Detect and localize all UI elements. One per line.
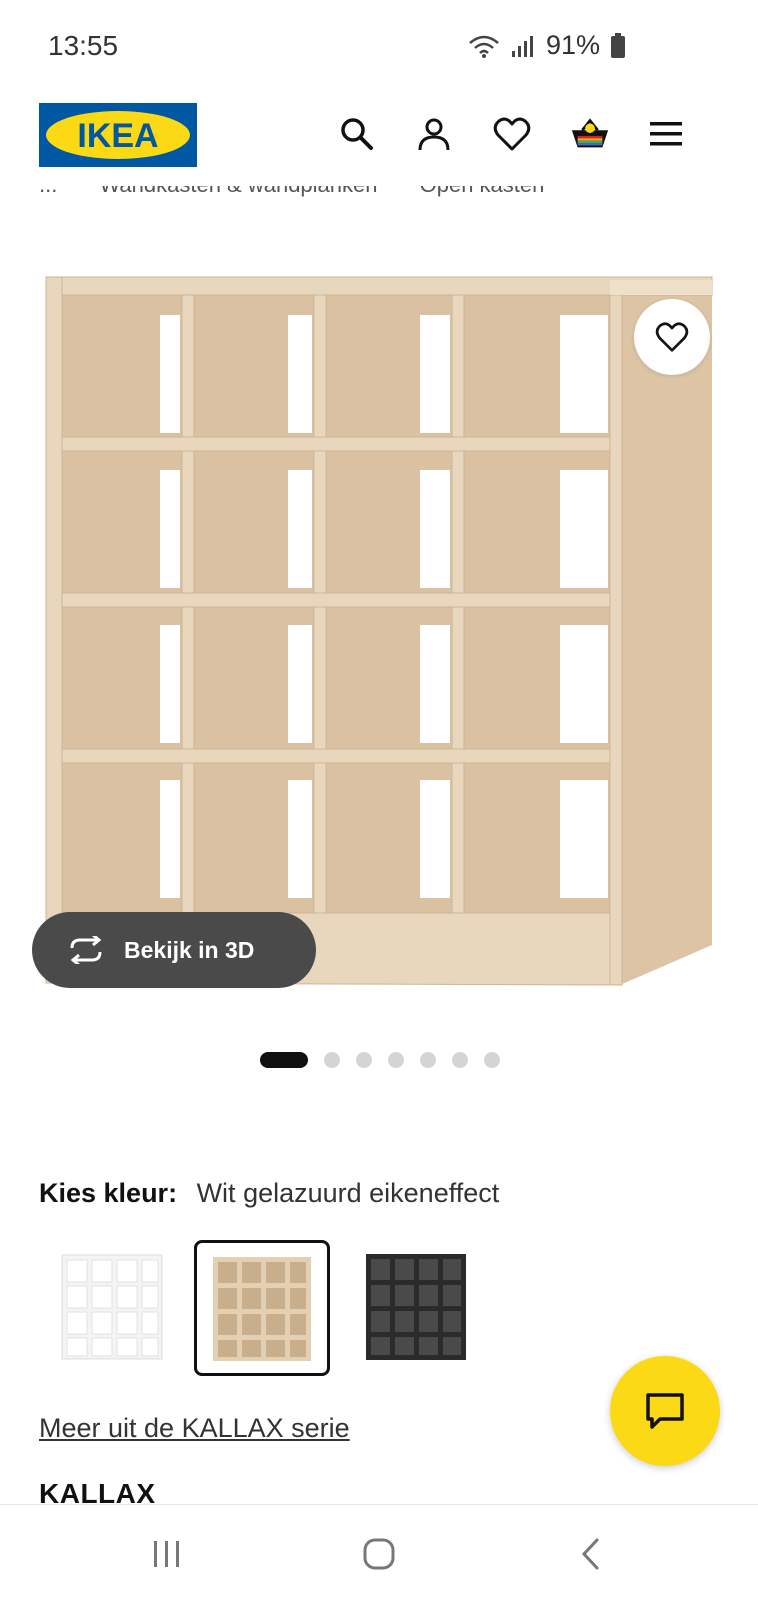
- home-icon[interactable]: [354, 1529, 404, 1579]
- recent-apps-icon[interactable]: [142, 1529, 192, 1579]
- battery-icon: [610, 32, 626, 59]
- color-value: Wit gelazuurd eikeneffect: [196, 1178, 500, 1208]
- logo-text: IKEA: [77, 117, 158, 155]
- breadcrumb-item[interactable]: Open kasten: [420, 186, 545, 197]
- account-icon[interactable]: [414, 114, 454, 154]
- carousel-dot[interactable]: [388, 1052, 404, 1068]
- signal-icon: [510, 34, 536, 58]
- wifi-icon: [468, 33, 500, 59]
- view-3d-label: Bekijk in 3D: [124, 936, 255, 963]
- menu-icon[interactable]: [646, 114, 686, 154]
- status-bar: 13:55 91%: [0, 0, 758, 90]
- breadcrumb-item[interactable]: ...: [39, 186, 57, 197]
- color-swatch-white[interactable]: [52, 1240, 188, 1376]
- favorites-icon[interactable]: [492, 114, 532, 154]
- color-swatch-white-stained-oak[interactable]: [194, 1240, 330, 1376]
- color-label: Kies kleur:: [39, 1178, 178, 1208]
- view-3d-button[interactable]: Bekijk in 3D: [32, 912, 316, 988]
- product-image-carousel[interactable]: Bekijk in 3D: [0, 255, 758, 1035]
- carousel-dot[interactable]: [324, 1052, 340, 1068]
- breadcrumb: ... Wandkasten & wandplanken Open kasten: [39, 186, 679, 216]
- ikea-logo[interactable]: IKEA: [39, 103, 197, 167]
- status-time: 13:55: [48, 30, 119, 61]
- chat-button[interactable]: [610, 1356, 720, 1466]
- series-link[interactable]: Meer uit de KALLAX serie: [39, 1413, 350, 1444]
- carousel-dot[interactable]: [452, 1052, 468, 1068]
- carousel-dot[interactable]: [484, 1052, 500, 1068]
- rotate-icon: [70, 936, 102, 964]
- carousel-indicator: [260, 1052, 500, 1068]
- heart-icon: [655, 322, 689, 352]
- favorite-button[interactable]: [634, 299, 710, 375]
- carousel-dot[interactable]: [356, 1052, 372, 1068]
- color-swatch-black-brown[interactable]: [352, 1240, 488, 1376]
- search-icon[interactable]: [337, 114, 377, 154]
- chat-icon: [646, 1393, 684, 1429]
- basket-icon[interactable]: [570, 114, 610, 154]
- battery-text: 91%: [545, 30, 600, 60]
- site-header: IKEA: [0, 100, 758, 172]
- breadcrumb-item[interactable]: Wandkasten & wandplanken: [99, 186, 377, 197]
- back-icon[interactable]: [566, 1529, 616, 1579]
- carousel-dot[interactable]: [260, 1052, 308, 1068]
- system-nav-bar: [0, 1504, 758, 1601]
- color-selector-label: Kies kleur: Wit gelazuurd eikeneffect: [39, 1178, 499, 1209]
- status-icons: 91%: [468, 30, 626, 61]
- carousel-dot[interactable]: [420, 1052, 436, 1068]
